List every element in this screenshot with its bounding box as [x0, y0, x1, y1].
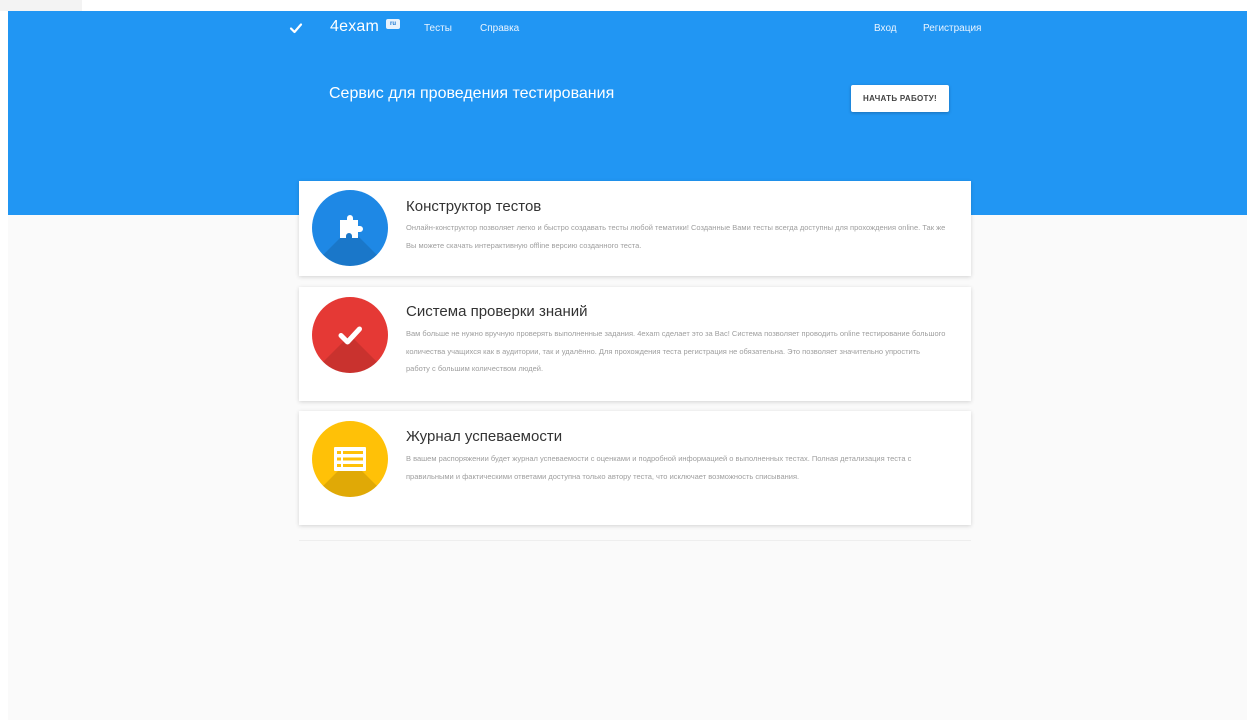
feature-card-gradebook: Журнал успеваемости В вашем распоряжении…: [299, 411, 971, 525]
register-link[interactable]: Регистрация: [923, 23, 981, 34]
brand-badge: ru: [386, 19, 400, 29]
feature-card-constructor: Конструктор тестов Онлайн-конструктор по…: [299, 181, 971, 276]
content-divider: [299, 540, 971, 541]
brand-logo[interactable]: 4exam: [330, 18, 379, 36]
hero-title: Сервис для проведения тестирования: [329, 85, 615, 102]
top-navbar: 4exam ru Тесты Справка Вход Регистрация: [8, 11, 1247, 45]
feature-description: Онлайн-конструктор позволяет легко и быс…: [406, 223, 946, 250]
check-icon[interactable]: [289, 21, 303, 35]
feature-title: Конструктор тестов: [406, 198, 542, 215]
feature-icon-circle: [312, 421, 388, 497]
feature-description: Вам больше не нужно вручную проверять вы…: [406, 329, 946, 373]
feature-title: Система проверки знаний: [406, 303, 588, 320]
feature-card-knowledge-check: Система проверки знаний Вам больше не ну…: [299, 287, 971, 401]
feature-description: В вашем распоряжении будет журнал успева…: [406, 454, 912, 481]
feature-icon-circle: [312, 297, 388, 373]
feature-title: Журнал успеваемости: [406, 428, 563, 445]
start-work-button[interactable]: НАЧАТЬ РАБОТУ!: [851, 85, 949, 112]
nav-link-help[interactable]: Справка: [480, 23, 519, 34]
checkmark-icon: [338, 326, 362, 345]
list-icon: [334, 447, 366, 471]
page: 4exam ru Тесты Справка Вход Регистрация …: [8, 11, 1247, 720]
login-link[interactable]: Вход: [874, 23, 897, 34]
puzzle-icon: [340, 215, 363, 238]
nav-link-tests[interactable]: Тесты: [424, 23, 452, 34]
browser-tab-notch: [0, 0, 82, 11]
feature-icon-circle: [312, 190, 388, 266]
